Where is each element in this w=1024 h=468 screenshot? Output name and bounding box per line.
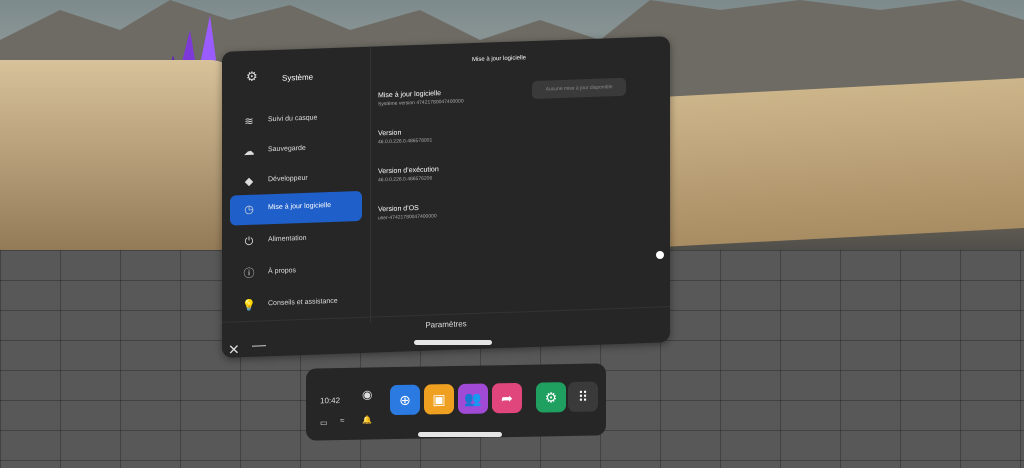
clock-time: 10:42: [320, 396, 341, 406]
sidebar-item-label: À propos: [268, 267, 297, 276]
minimize-icon[interactable]: —: [252, 336, 266, 352]
wifi-icon: ≈: [340, 415, 345, 426]
wooden-platform-left: [0, 60, 240, 270]
settings-panel: ⚙ Système ≋ Suivi du casque ☁ Sauvegarde…: [222, 36, 670, 358]
field-value: 46.0.0.226.0.486576206: [378, 175, 433, 184]
sidebar-item-software-update[interactable]: ◷ Mise à jour logicielle: [230, 190, 362, 226]
field-os-version: Version d’OS user-47421780047400000: [378, 204, 437, 221]
sidebar-item-headset-tracking[interactable]: ≋ Suivi du casque: [230, 103, 362, 138]
sidebar-item-label: Alimentation: [268, 234, 307, 244]
cloud-icon: ☁: [243, 145, 255, 159]
bell-icon[interactable]: 🔔: [362, 415, 372, 424]
sidebar: ⚙ Système ≋ Suivi du casque ☁ Sauvegarde…: [222, 46, 371, 328]
share-icon[interactable]: ➦: [492, 382, 522, 414]
lightbulb-icon: 💡: [242, 299, 256, 313]
sidebar-item-label: Suivi du casque: [268, 114, 318, 124]
field-key: Version d’exécution: [378, 166, 439, 176]
panel-grab-handle[interactable]: [414, 340, 492, 345]
field-value: Système version 47421780047400000: [378, 98, 464, 108]
panel-resize-dot[interactable]: [656, 251, 664, 259]
clock-icon: ◷: [244, 203, 254, 217]
cube-icon: ◆: [244, 175, 254, 189]
sidebar-item-label: Conseils et assistance: [268, 297, 338, 308]
window-title: Système: [282, 72, 314, 83]
app-library-icon[interactable]: ⠿: [568, 381, 598, 413]
sidebar-item-backup[interactable]: ☁ Sauvegarde: [230, 133, 362, 168]
sidebar-item-label: Sauvegarde: [268, 144, 306, 154]
field-key: Version: [378, 129, 402, 138]
info-icon: ⓘ: [243, 267, 255, 281]
avatar[interactable]: ◉: [362, 387, 372, 401]
field-software-update: Mise à jour logicielle Système version 4…: [378, 89, 464, 107]
field-value: 46.0.0.226.0.486578001: [378, 137, 433, 146]
store-icon[interactable]: ▣: [424, 384, 454, 415]
check-update-button[interactable]: Aucune mise à jour disponible: [532, 77, 626, 99]
field-key: Version d’OS: [378, 204, 419, 214]
close-icon[interactable]: ✕: [228, 341, 240, 358]
system-dock: 10:42 ▭ ≈ 🔔 ◉ ⊕ ▣ 👥 ➦ ⚙ ⠿: [306, 363, 606, 441]
power-icon: ⏻: [244, 235, 254, 249]
sidebar-item-tips-support[interactable]: 💡 Conseils et assistance: [230, 287, 362, 322]
field-runtime-version: Version d’exécution 46.0.0.226.0.4865762…: [378, 166, 439, 183]
sidebar-item-label: Mise à jour logicielle: [268, 202, 332, 212]
gear-icon: ⚙: [246, 68, 258, 84]
people-icon[interactable]: 👥: [458, 383, 488, 414]
sidebar-item-label: Développeur: [268, 174, 308, 184]
sound-wave-icon: ≋: [244, 115, 254, 129]
sidebar-item-about[interactable]: ⓘ À propos: [230, 255, 362, 290]
explore-icon[interactable]: ⊕: [390, 384, 420, 416]
settings-app-icon[interactable]: ⚙: [536, 382, 566, 413]
battery-icon: ▭: [320, 418, 328, 428]
page-title: Mise à jour logicielle: [472, 55, 527, 64]
field-version: Version 46.0.0.226.0.486578001: [378, 128, 433, 146]
sidebar-item-power[interactable]: ⏻ Alimentation: [230, 223, 362, 258]
field-value: user-47421780047400000: [378, 213, 437, 222]
dock-grab-handle[interactable]: [418, 432, 502, 437]
